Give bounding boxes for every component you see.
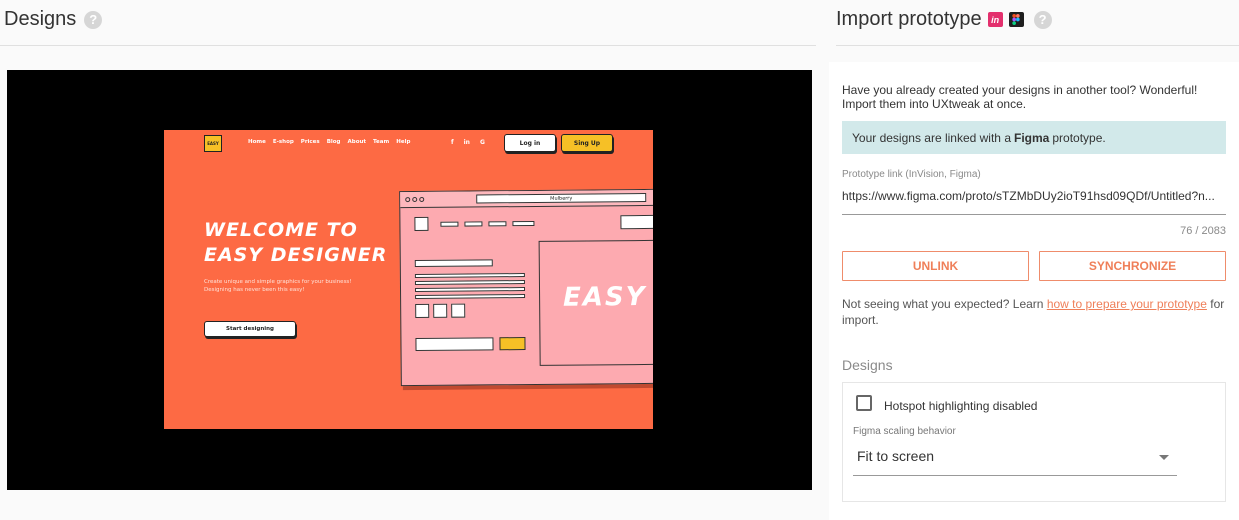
mock-social-icons: f in G (451, 139, 485, 146)
mock-nav-item: About (347, 139, 367, 145)
mock-login-button: Log in (504, 134, 556, 152)
character-counter: 76 / 2083 (1180, 225, 1226, 237)
help-icon[interactable]: ? (84, 10, 103, 29)
scaling-label: Figma scaling behavior (853, 426, 956, 437)
linked-prefix: Your designs are linked with a (852, 130, 1011, 145)
divider (0, 45, 816, 46)
linked-tool: Figma (1014, 130, 1050, 145)
mock-box (440, 221, 459, 227)
help-icon[interactable]: ? (1033, 10, 1052, 29)
mock-nav-item: Prices (300, 139, 320, 145)
linked-status-banner: Your designs are linked with a Figma pro… (842, 121, 1226, 154)
invision-icon: in (987, 12, 1003, 27)
import-title: Import prototype (836, 8, 982, 30)
designs-header: Designs ? (4, 8, 103, 31)
mock-box (620, 214, 653, 230)
unlink-button[interactable]: UNLINK (842, 251, 1029, 281)
scaling-select[interactable]: Fit to screen (853, 444, 1177, 476)
google-icon: G (479, 139, 485, 146)
designs-settings-label: Designs (842, 357, 893, 373)
mock-signup-button: Sing Up (561, 134, 613, 152)
synchronize-button[interactable]: SYNCHRONIZE (1039, 251, 1226, 281)
divider (836, 45, 1239, 46)
mock-nav-item: E-shop (272, 139, 294, 145)
help-note: Not seeing what you expected? Learn how … (842, 296, 1226, 328)
hotspot-label: Hotspot highlighting disabled (884, 399, 1038, 413)
prototype-link-label: Prototype link (InVision, Figma) (842, 169, 981, 180)
prepare-prototype-link[interactable]: how to prepare your prototype (1047, 297, 1207, 311)
mock-easy-text: Easy (562, 281, 647, 313)
import-intro: Have you already created your designs in… (842, 83, 1198, 111)
linked-suffix: prototype. (1052, 130, 1106, 145)
mock-nav-item: Help (396, 139, 411, 145)
facebook-icon: f (451, 139, 454, 146)
mock-url-bar: Mulberry (476, 192, 647, 204)
mock-logo: EASY (204, 135, 222, 152)
scaling-value: Fit to screen (857, 448, 935, 464)
hotspot-checkbox[interactable] (856, 395, 872, 411)
designs-title: Designs (4, 8, 77, 30)
mock-box (415, 337, 494, 352)
mock-box (414, 216, 429, 232)
chevron-down-icon (1159, 455, 1169, 460)
mock-browser-bar: Mulberry (400, 189, 653, 209)
mock-nav-item: Blog (326, 139, 341, 145)
mock-start-button: Start designing (204, 321, 296, 337)
mock-box (414, 280, 525, 286)
note-prefix: Not seeing what you expected? Learn (842, 297, 1044, 311)
mock-nav-item: Team (373, 139, 390, 145)
mock-subtitle: Create unique and simple graphics for yo… (204, 279, 352, 293)
mock-box (414, 273, 525, 279)
design-thumbnail: EASY Home E-shop Prices Blog About Team … (164, 130, 653, 429)
mock-box (414, 259, 493, 268)
mock-box (415, 294, 526, 300)
mock-nav-item: Home (248, 139, 266, 145)
prototype-link-input[interactable]: https://www.figma.com/proto/sTZMbDUy2ioT… (842, 189, 1226, 215)
mock-box (415, 303, 430, 319)
mock-headline: Welcome to EASY designer (204, 219, 388, 266)
mock-box (512, 220, 535, 227)
design-preview[interactable]: EASY Home E-shop Prices Blog About Team … (7, 70, 812, 490)
page: Designs ? EASY Home E-shop Prices Blog A… (0, 0, 1239, 520)
figma-icon (1008, 12, 1024, 27)
mock-browser-illustration: Mulberry Easy (399, 188, 653, 387)
mock-box (415, 287, 526, 293)
mock-box (464, 221, 483, 227)
mock-box (499, 337, 526, 351)
window-dots-icon (405, 196, 425, 203)
mock-box (451, 303, 466, 318)
mock-nav: Home E-shop Prices Blog About Team Help (248, 139, 410, 145)
import-header: Import prototype in ? (836, 8, 1052, 31)
mock-box (433, 303, 448, 318)
linkedin-icon: in (463, 139, 470, 146)
mock-box (488, 221, 507, 227)
